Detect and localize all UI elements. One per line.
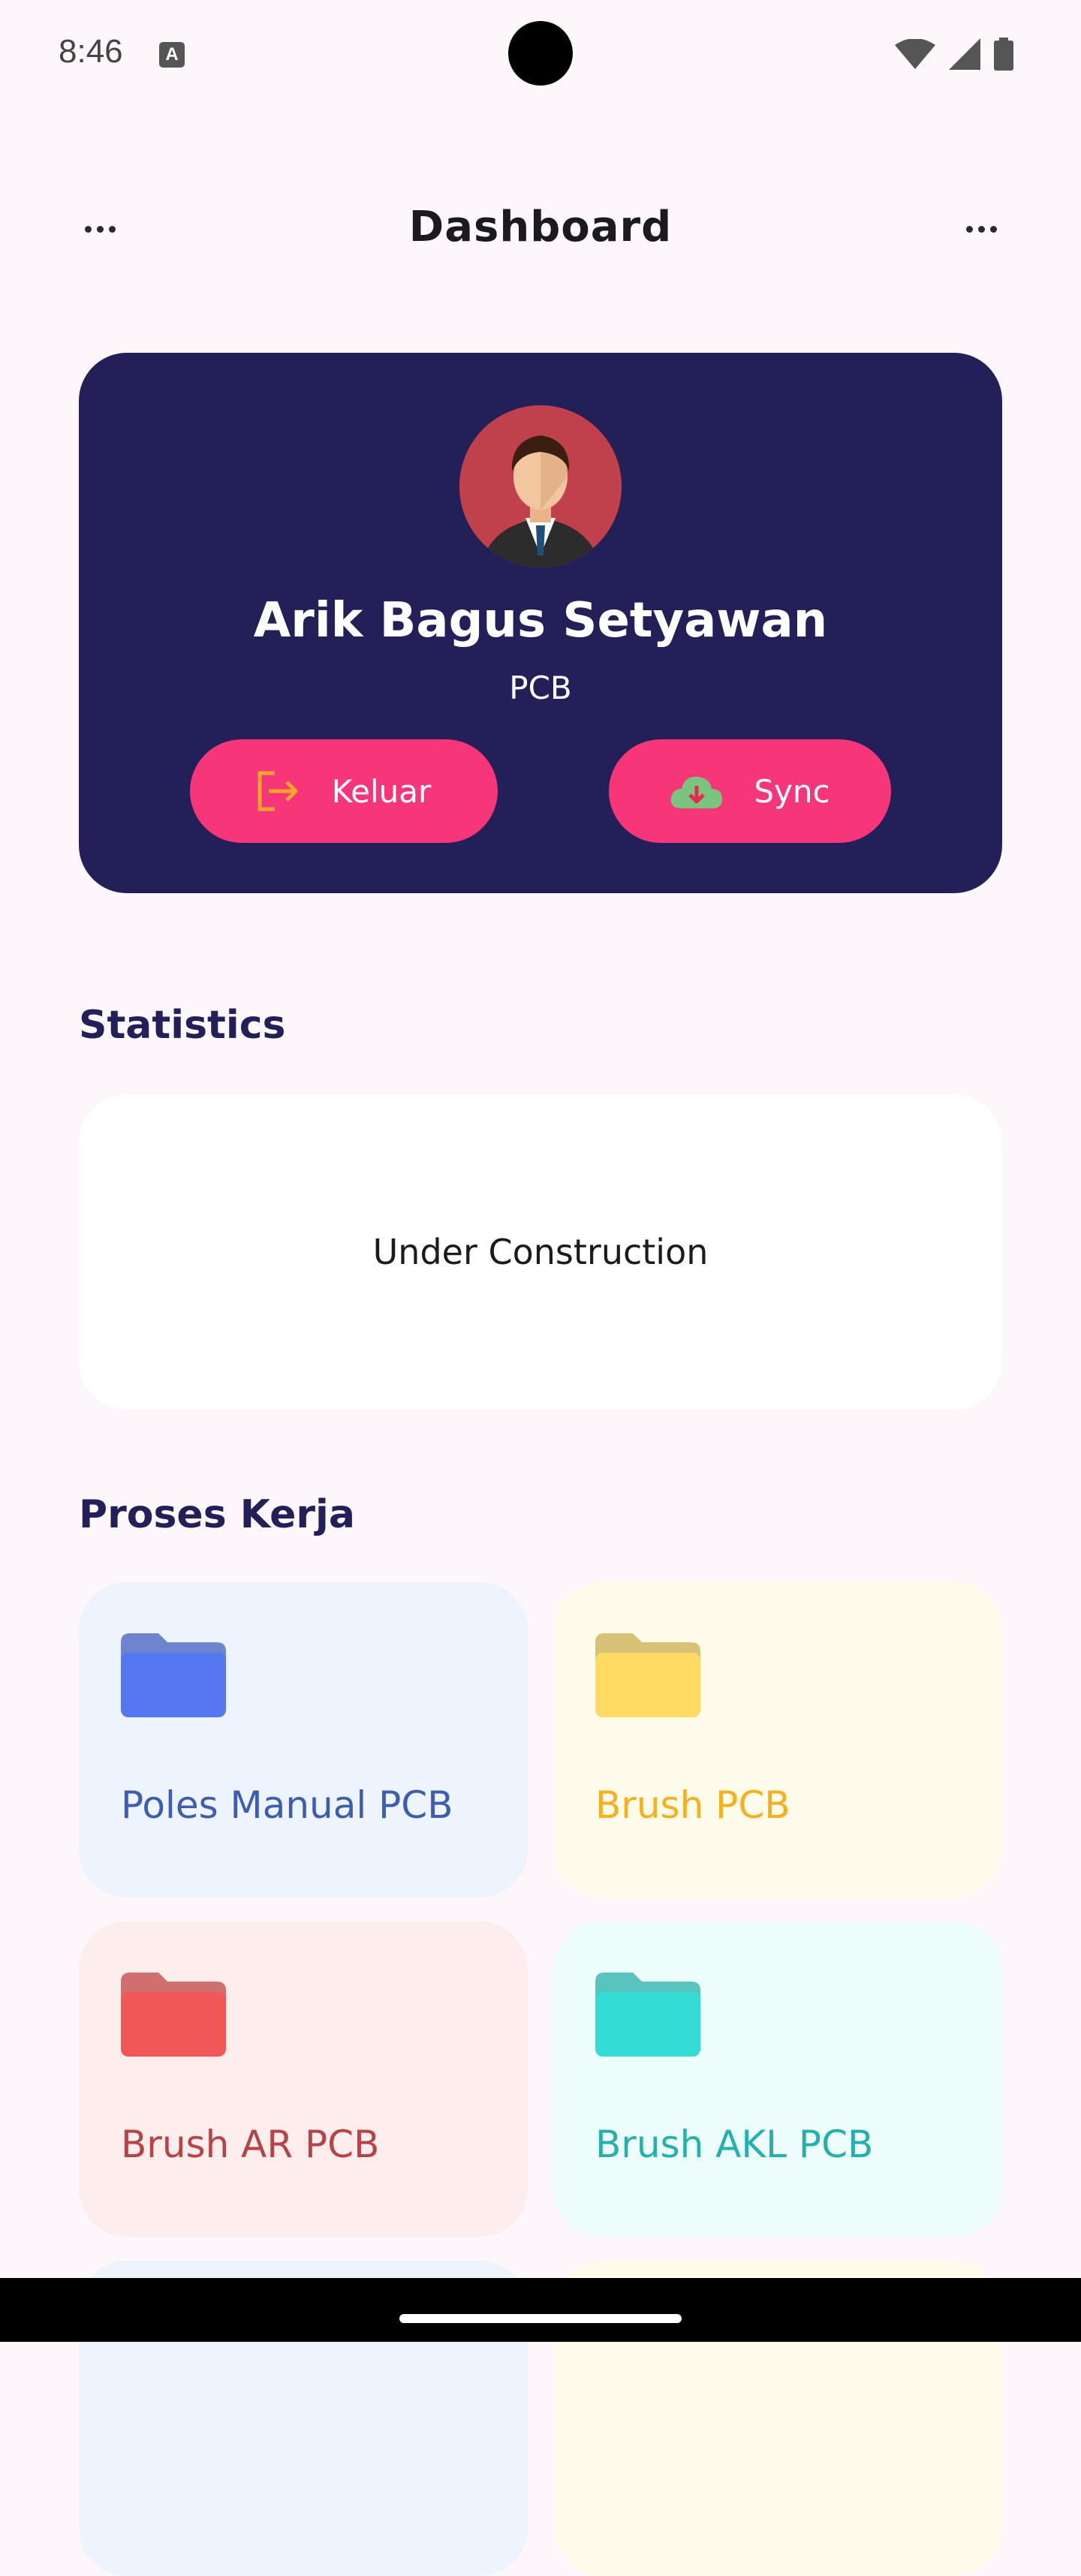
tile-label: Poles Manual PCB (121, 1783, 453, 1827)
page-title: Dashboard (408, 203, 673, 251)
proses-kerja-title: Proses Kerja (79, 1492, 355, 1537)
wifi-icon (895, 39, 935, 69)
cell-signal-icon (949, 38, 980, 70)
statistics-card: Under Construction (79, 1094, 1002, 1410)
tile-label: Brush AR PCB (121, 2123, 380, 2166)
navigation-bar (0, 2278, 1081, 2342)
folder-icon (595, 1973, 700, 2057)
logout-icon (257, 771, 298, 811)
system-icons (895, 38, 1013, 71)
folder-icon (595, 1633, 700, 1717)
proses-tile-brush-pcb[interactable]: Brush PCB (553, 1582, 1002, 1897)
statistics-placeholder: Under Construction (372, 1232, 709, 1272)
app-bar: Dashboard (0, 180, 1081, 278)
avatar (459, 405, 622, 567)
status-time: 8:46 (59, 33, 123, 70)
logout-button[interactable]: Keluar (190, 739, 498, 843)
tile-label: Brush AKL PCB (595, 2123, 874, 2166)
sync-button[interactable]: Sync (609, 739, 891, 843)
sync-label: Sync (754, 772, 830, 810)
tile-label: Brush PCB (595, 1783, 790, 1827)
proses-tile-brush-ar-pcb[interactable]: Brush AR PCB (79, 1921, 528, 2237)
more-right-icon[interactable] (951, 203, 1011, 255)
user-name: Arik Bagus Setyawan (253, 593, 828, 649)
cloud-download-icon (671, 776, 723, 808)
status-bar: 8:46 A (0, 0, 1081, 105)
profile-card: Arik Bagus Setyawan PCB Keluar Sync (79, 353, 1002, 893)
folder-icon (121, 1633, 226, 1717)
logout-label: Keluar (331, 772, 432, 810)
statistics-title: Statistics (79, 1003, 286, 1048)
proses-tile-poles-manual-pcb[interactable]: Poles Manual PCB (79, 1582, 528, 1897)
folder-icon (121, 1973, 226, 2057)
battery-icon (994, 38, 1013, 71)
proses-tile-brush-akl-pcb[interactable]: Brush AKL PCB (553, 1921, 1002, 2237)
home-gesture-handle[interactable] (399, 2314, 682, 2323)
camera-cutout (508, 21, 573, 86)
notification-icon: A (159, 42, 185, 68)
user-department: PCB (509, 670, 572, 706)
